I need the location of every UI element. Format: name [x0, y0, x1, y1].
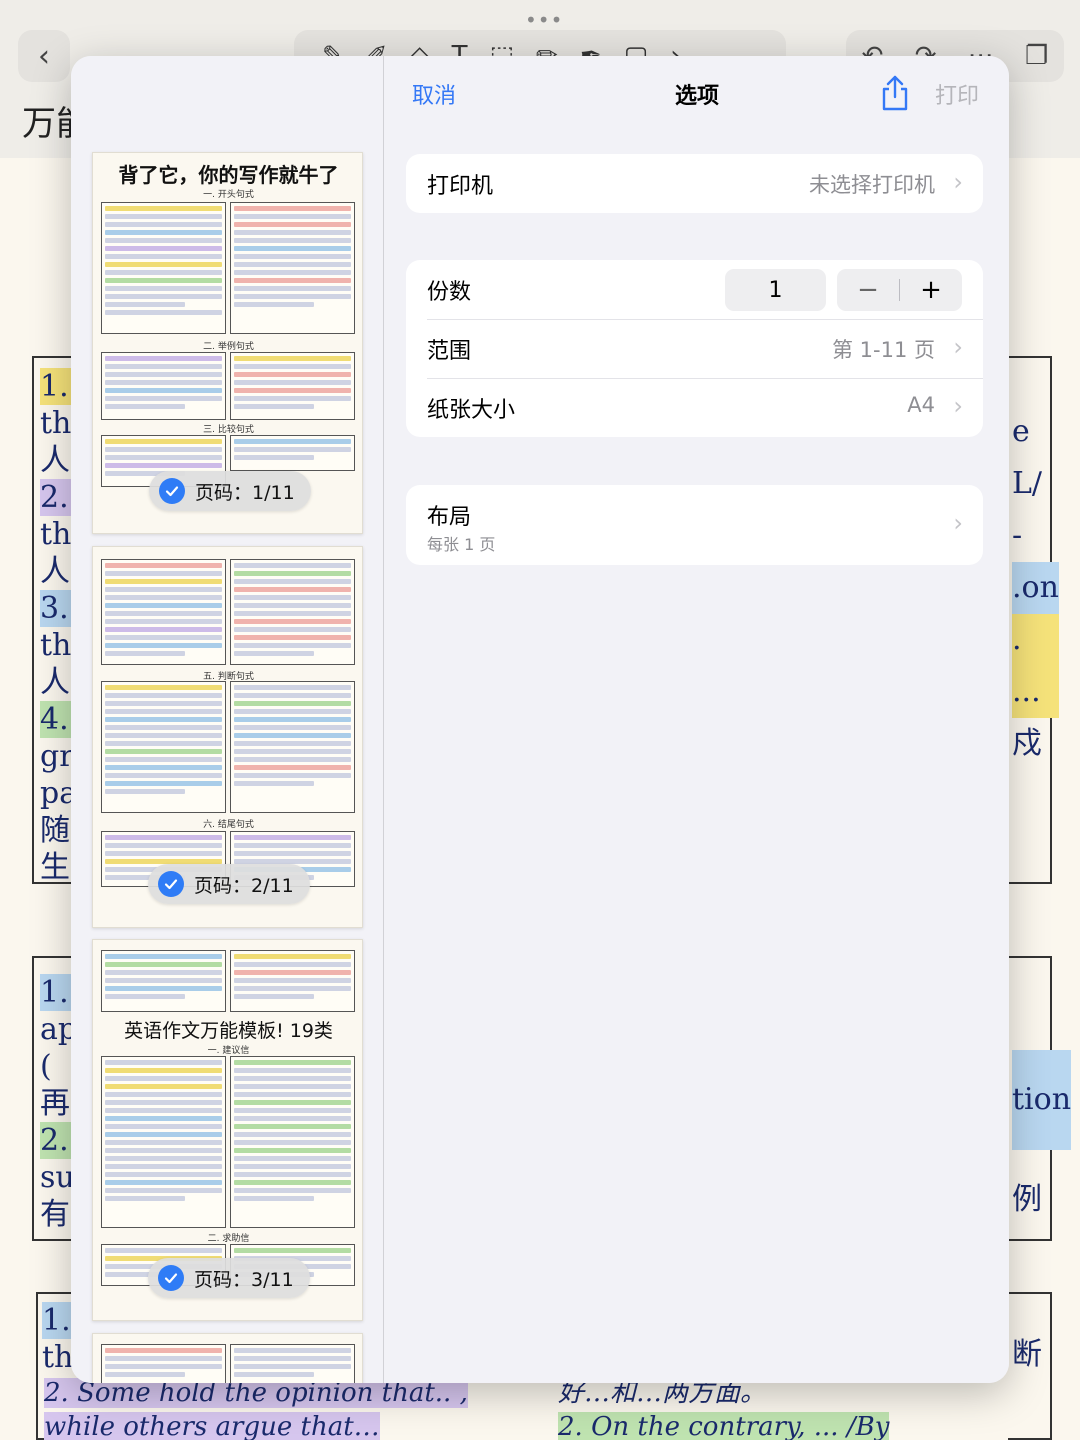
note-text-bottom-right: 好…和…两方面。 2. On the contrary, ... /By	[558, 1378, 890, 1440]
layout-row[interactable]: 布局 每张 1 页 ›	[406, 485, 983, 565]
printer-label: 打印机	[427, 174, 494, 199]
page-badge-2[interactable]: 页码：2/11	[148, 864, 310, 904]
thumbnail-section: 六. 结尾句式	[203, 820, 254, 830]
paper-size-label: 纸张大小	[427, 398, 516, 423]
print-button[interactable]: 打印	[935, 78, 979, 110]
checkmark-icon	[159, 478, 185, 504]
copies-input[interactable]: 1	[725, 269, 826, 311]
cancel-button[interactable]: 取消	[412, 78, 456, 110]
copies-stepper: − +	[837, 269, 962, 311]
printer-row[interactable]: 打印机 未选择打印机 ›	[406, 154, 983, 213]
thumbnail-block	[101, 1056, 226, 1228]
paper-size-row[interactable]: 纸张大小 A4 ›	[406, 378, 983, 437]
range-row[interactable]: 范围 第 1-11 页 ›	[406, 319, 983, 378]
note-text-right: 断	[1012, 1337, 1042, 1372]
chevron-right-icon: ›	[953, 333, 963, 361]
page-number-label: 页码：2/11	[194, 874, 294, 897]
thumbnail-block	[101, 202, 226, 334]
thumbnail-block	[230, 352, 355, 420]
sheet-header: 取消 选项 打印	[385, 56, 1009, 136]
thumbnail-block	[101, 559, 226, 665]
paper-size-value: A4	[907, 393, 935, 417]
thumbnail-block	[230, 950, 355, 1012]
print-settings-card: 份数 1 − + 范围 第 1-11 页 › 纸张大小 A4 ›	[406, 260, 983, 437]
page-badge-1[interactable]: 页码：1/11	[149, 471, 311, 511]
print-options-sheet: 背了它，你的写作就牛了 一. 开头句式 二. 举例句式 三. 比较句式 页码：1…	[71, 56, 1009, 1383]
note-text-right: tion 例	[1012, 1050, 1072, 1250]
chevron-right-icon: ›	[953, 509, 963, 537]
range-label: 范围	[427, 339, 472, 364]
thumbnail-section: 一. 开头句式	[203, 190, 254, 200]
thumbnail-block	[230, 1056, 355, 1228]
copies-label: 份数	[427, 280, 472, 305]
layout-value: 每张 1 页	[427, 535, 496, 554]
sheet-title: 选项	[674, 84, 719, 109]
share-icon[interactable]	[879, 74, 911, 112]
multitasking-grip[interactable]: •••	[525, 8, 563, 32]
thumbnail-title: 英语作文万能模板! 19类	[124, 1020, 333, 1042]
layout-label: 布局	[427, 505, 472, 530]
thumbnail-block	[230, 559, 355, 665]
pages-icon[interactable]: ❐	[1025, 41, 1048, 71]
decrement-button[interactable]: −	[837, 269, 899, 311]
thumbnail-section: 二. 举例句式	[203, 342, 254, 352]
page-number-label: 页码：1/11	[195, 481, 295, 504]
page-preview-list[interactable]: 背了它，你的写作就牛了 一. 开头句式 二. 举例句式 三. 比较句式 页码：1…	[71, 56, 384, 1383]
thumbnail-block	[101, 950, 226, 1012]
page-thumbnail-4[interactable]	[92, 1333, 363, 1383]
page-number-label: 页码：3/11	[194, 1268, 294, 1291]
print-options-panel: 取消 选项 打印 打印机 未选择打印机 › 份数 1 − + 范围 第 1-11…	[385, 56, 1009, 1383]
thumbnail-section: 一. 建议信	[207, 1046, 250, 1056]
chevron-right-icon: ›	[953, 168, 963, 196]
printer-value: 未选择打印机	[809, 173, 935, 197]
increment-button[interactable]: +	[900, 269, 962, 311]
thumbnail-block	[101, 1344, 226, 1383]
thumbnail-block	[230, 681, 355, 813]
thumbnail-block	[230, 1344, 355, 1383]
chevron-right-icon: ›	[953, 392, 963, 420]
range-value: 第 1-11 页	[831, 338, 935, 362]
thumbnail-block	[230, 435, 355, 471]
thumbnail-block	[101, 352, 226, 420]
thumbnail-block	[230, 202, 355, 334]
thumbnail-section: 三. 比较句式	[203, 425, 254, 435]
page-badge-3[interactable]: 页码：3/11	[148, 1258, 310, 1298]
layout-card: 布局 每张 1 页 ›	[406, 485, 983, 565]
note-text-left: 1. th	[42, 1302, 74, 1375]
thumbnail-section: 二. 求助信	[207, 1234, 250, 1244]
back-icon[interactable]: ‹	[18, 30, 70, 82]
thumbnail-block	[101, 681, 226, 813]
note-text-right: e L/ - .on . ... 戍	[1012, 414, 1059, 761]
note-text-bottom-left: 2. Some hold the opinion that.. , while …	[44, 1378, 468, 1440]
copies-row: 份数 1 − +	[406, 260, 983, 319]
printer-card: 打印机 未选择打印机 ›	[406, 154, 983, 213]
checkmark-icon	[158, 871, 184, 897]
checkmark-icon	[158, 1265, 184, 1291]
thumbnail-title: 背了它，你的写作就牛了	[118, 163, 339, 187]
